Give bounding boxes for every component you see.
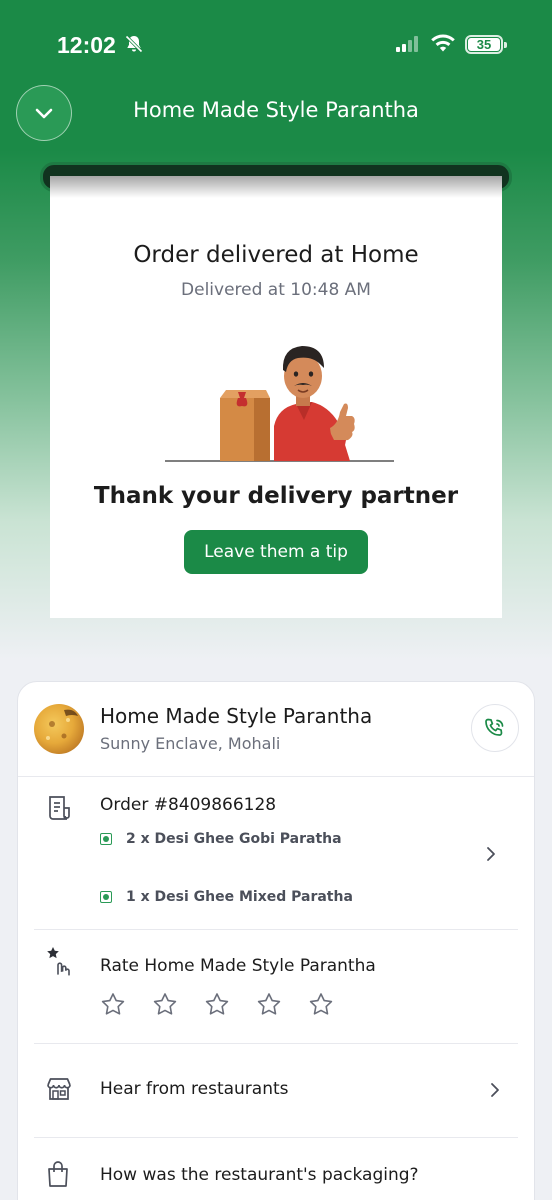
delivery-time: Delivered at 10:48 AM [181,280,371,300]
page-title: Home Made Style Parantha [133,98,419,122]
restaurant-location: Sunny Enclave, Mohali [100,734,281,753]
chevron-down-icon [35,108,53,119]
order-item: 1 x Desi Ghee Mixed Paratha [100,889,353,905]
collapse-button[interactable] [16,85,72,141]
order-number: Order #8409866128 [100,795,277,815]
veg-icon [100,891,112,903]
thank-partner-title: Thank your delivery partner [93,483,459,509]
delivery-partner-illustration [165,346,394,462]
battery-level: 35 [468,38,500,51]
battery-cap [504,42,507,48]
star-rating [100,992,334,1018]
hear-from-restaurants-row[interactable]: Hear from restaurants [18,1044,534,1136]
call-restaurant-button[interactable] [471,704,519,752]
delivery-status-title: Order delivered at Home [133,242,419,268]
receipt-torn-edge [50,604,502,618]
restaurant-name: Home Made Style Parantha [100,704,373,728]
divider [34,929,518,930]
order-item-label: 2 x Desi Ghee Gobi Paratha [126,831,342,847]
leave-tip-button[interactable]: Leave them a tip [184,530,368,574]
divider [18,776,534,777]
paratha-image [46,709,78,740]
veg-icon [100,833,112,845]
order-item: 2 x Desi Ghee Gobi Paratha [100,831,342,847]
packaging-question-label: How was the restaurant's packaging? [100,1165,419,1185]
bell-muted-icon [125,35,143,53]
star-icon[interactable] [256,992,282,1018]
restaurant-avatar [34,704,84,754]
star-icon[interactable] [308,992,334,1018]
star-icon[interactable] [152,992,178,1018]
storefront-icon [47,1078,71,1100]
hear-from-restaurants-label: Hear from restaurants [100,1079,289,1099]
chevron-right-icon [491,1083,499,1097]
receipt-shadow [50,176,502,198]
phone-call-icon [485,718,504,736]
order-item-label: 1 x Desi Ghee Mixed Paratha [126,889,353,905]
delivery-receipt: Order delivered at Home Delivered at 10:… [50,176,502,618]
order-details-chevron-icon[interactable] [484,846,498,862]
status-time: 12:02 [57,32,116,58]
shopping-bag-icon [48,1161,68,1187]
status-bar: 12:02 35 [0,0,552,80]
bill-icon [49,796,70,820]
star-icon[interactable] [100,992,126,1018]
star-icon[interactable] [204,992,230,1018]
rate-restaurant-label: Rate Home Made Style Parantha [100,956,376,976]
rate-tap-icon [47,947,70,976]
wifi-icon [431,34,455,52]
packaging-feedback-row[interactable]: How was the restaurant's packaging? [18,1138,534,1200]
cellular-signal-icon [396,36,418,52]
battery-indicator: 35 [465,35,507,54]
order-details-card: Home Made Style Parantha Sunny Enclave, … [17,681,535,1200]
